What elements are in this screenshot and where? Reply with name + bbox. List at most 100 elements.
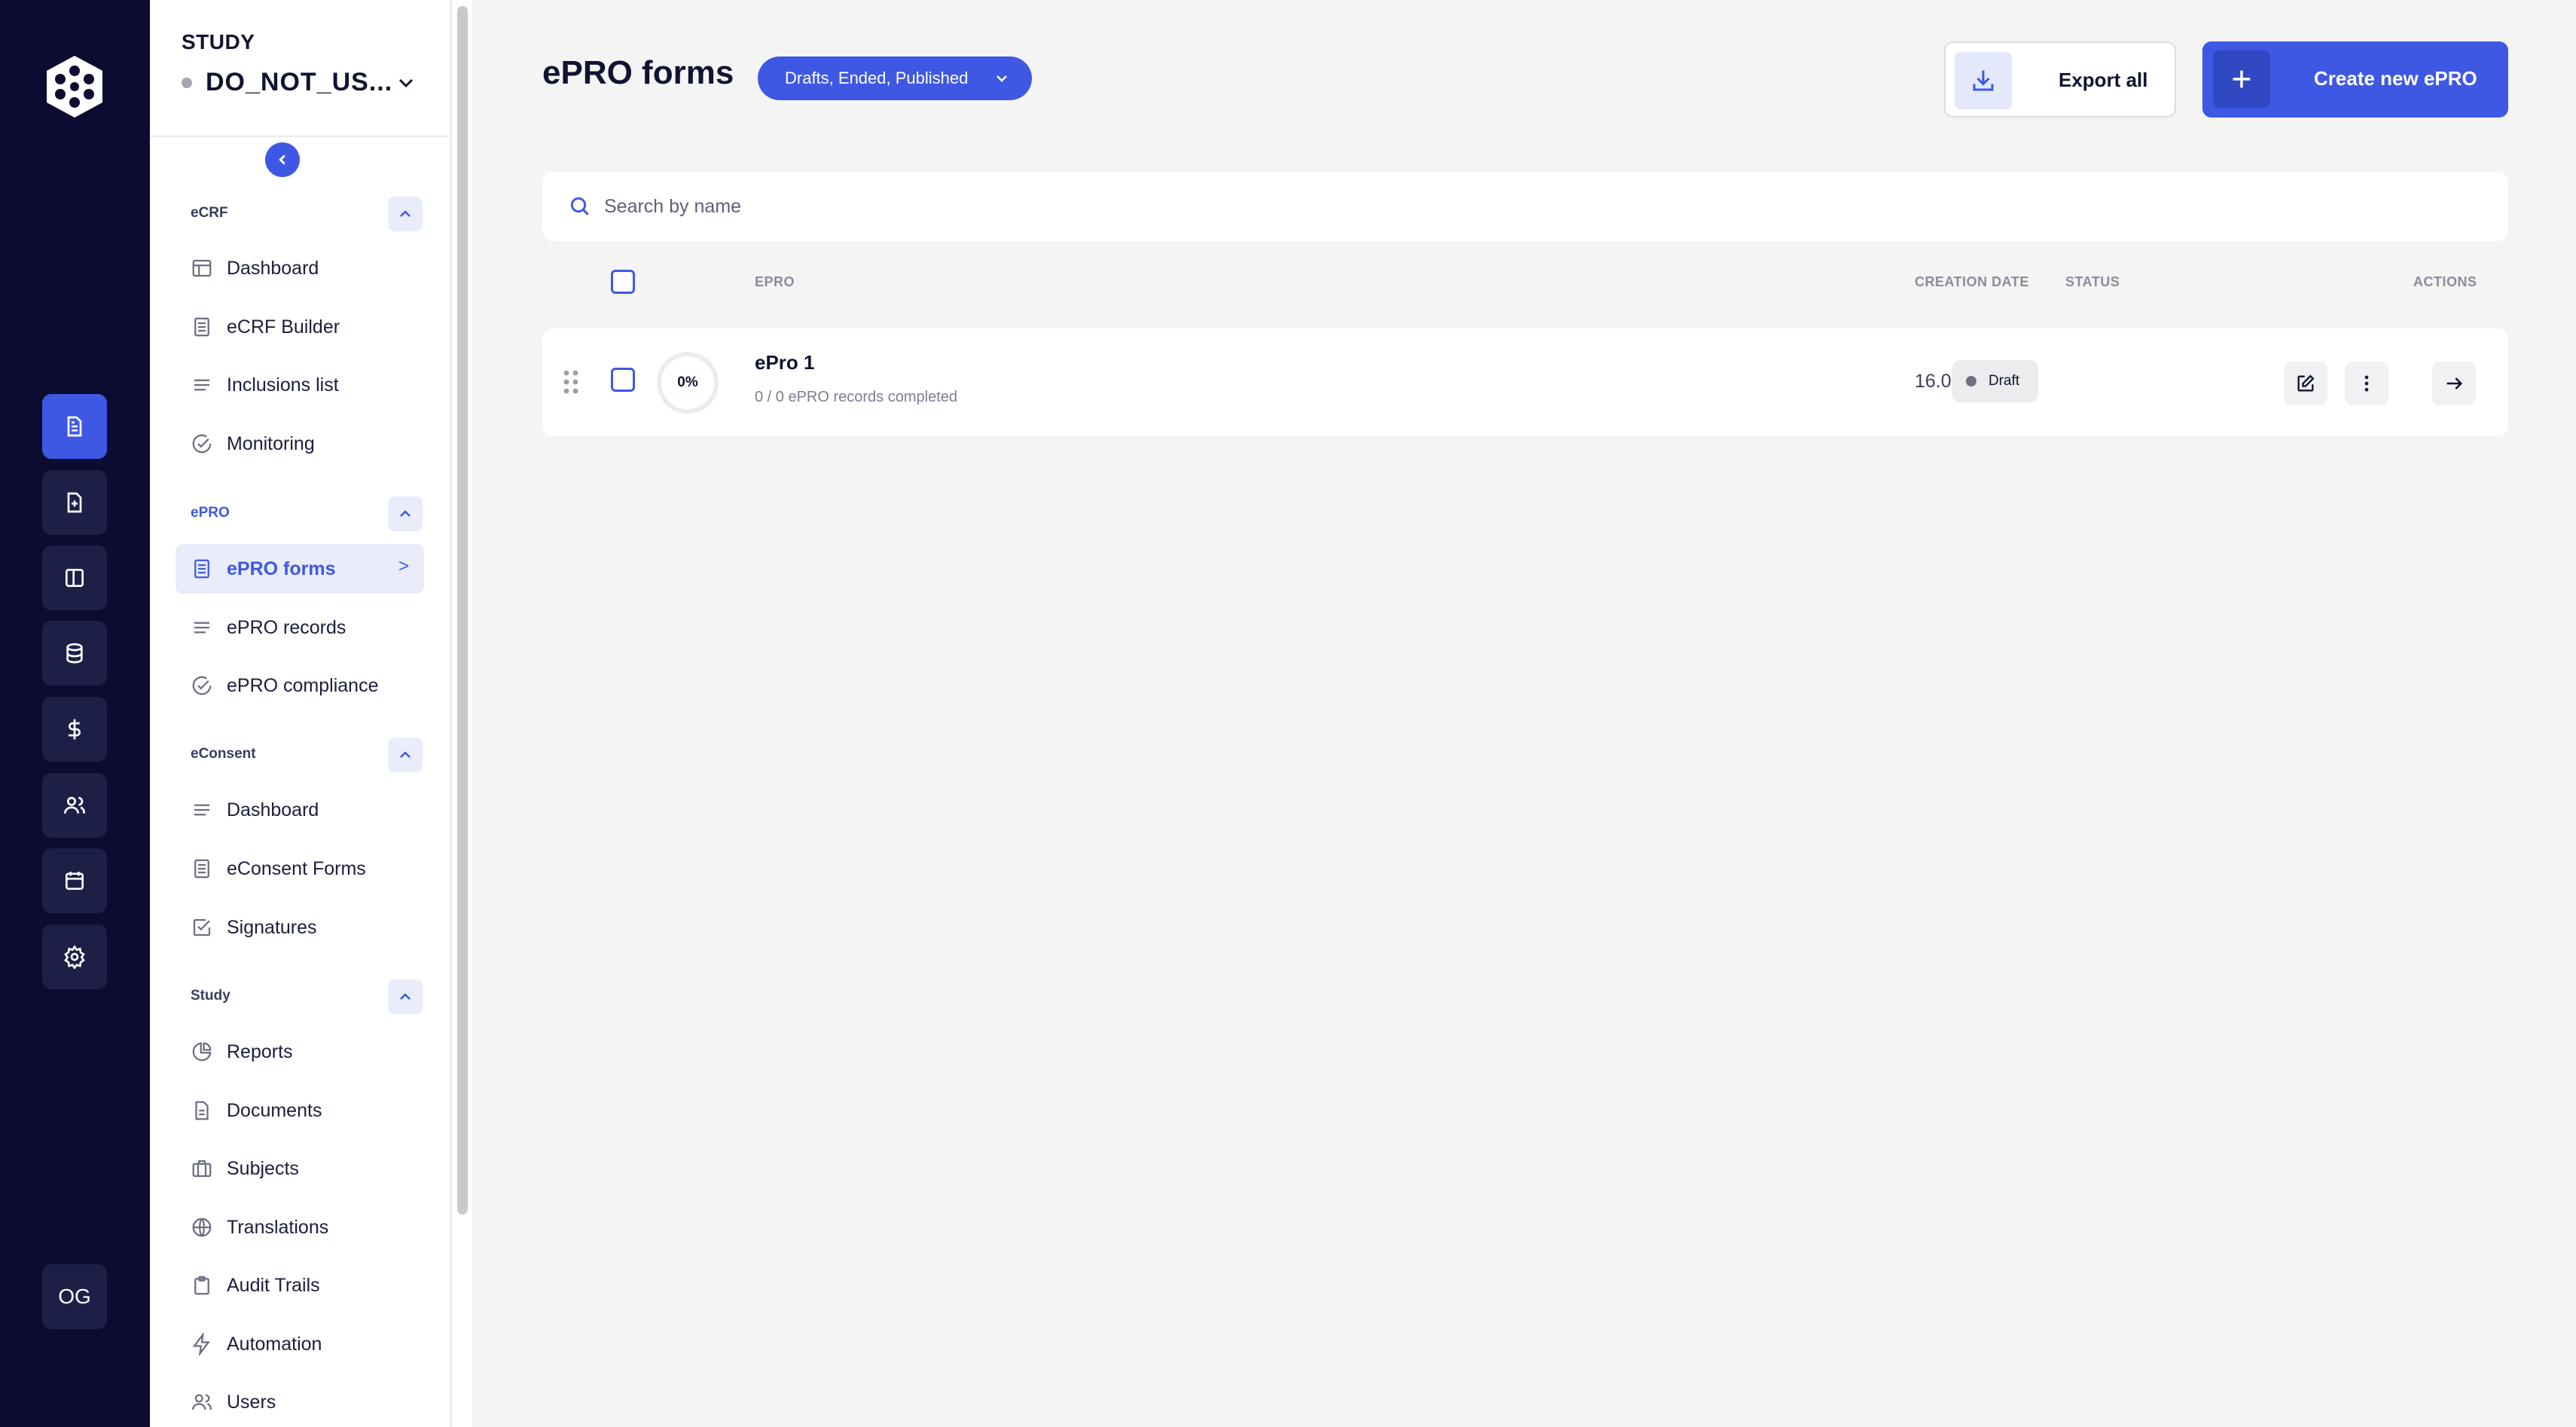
column-header-epro[interactable]: EPRO [755, 274, 795, 290]
section-toggle-econsent[interactable] [388, 738, 423, 772]
chevron-down-icon[interactable] [394, 71, 418, 95]
columns-icon [66, 569, 84, 587]
rail-file-plus-button[interactable] [42, 470, 107, 535]
rail-columns-button[interactable] [42, 545, 107, 610]
study-status-dot [182, 77, 192, 88]
epro-name[interactable]: ePro 1 [755, 351, 815, 374]
sidebar-item-signatures[interactable]: Signatures [175, 903, 424, 952]
sidebar-item-automation[interactable]: Automation [175, 1319, 424, 1369]
section-title-epro: ePRO [191, 505, 230, 521]
export-all-button[interactable]: Export all [1944, 41, 2176, 118]
search-input[interactable] [604, 188, 2412, 225]
create-icon-box [2213, 50, 2270, 108]
sidebar-item-epro-compliance[interactable]: ePRO compliance [175, 661, 424, 710]
rail-database-button[interactable] [42, 621, 107, 686]
calendar-icon [66, 872, 84, 890]
section-title-study: Study [191, 988, 230, 1004]
progress-percent: 0% [677, 374, 698, 390]
sidebar-item-label: Dashboard [227, 799, 319, 820]
sidebar-item-label: Audit Trails [227, 1274, 320, 1296]
sidebar-item-documents[interactable]: Documents [175, 1086, 424, 1135]
lines-icon [194, 804, 209, 816]
form-icon [194, 859, 209, 879]
sidebar-item-ecrf-dashboard[interactable]: Dashboard [175, 243, 424, 293]
rail-dollar-button[interactable] [42, 697, 107, 762]
more-options-button[interactable] [2345, 362, 2388, 405]
sidebar-item-label: Inclusions list [227, 374, 339, 396]
sidebar-item-epro-forms[interactable]: ePRO forms > [175, 544, 424, 594]
sidebar-scrollbar[interactable] [457, 6, 468, 1215]
column-header-actions: ACTIONS [2413, 274, 2477, 289]
more-vertical-icon [2364, 375, 2369, 392]
sidebar-item-inclusions-list[interactable]: Inclusions list [175, 360, 424, 410]
check-circle-icon [192, 434, 212, 454]
sidebar-item-label: ePRO compliance [227, 674, 379, 696]
sidebar-item-label: Monitoring [227, 432, 315, 454]
hexagon-logo-icon[interactable] [42, 54, 107, 119]
check-square-icon [193, 918, 211, 937]
sidebar-item-audit-trails[interactable]: Audit Trails [175, 1260, 424, 1310]
status-badge: Draft [1952, 360, 2038, 402]
rail-settings-button[interactable] [42, 924, 107, 989]
sidebar-item-label: Dashboard [227, 257, 319, 279]
pie-icon [192, 1042, 212, 1062]
export-all-label: Export all [2059, 69, 2148, 91]
rail-calendar-button[interactable] [42, 848, 107, 913]
briefcase-icon [192, 1160, 212, 1178]
row-checkbox[interactable] [611, 368, 635, 392]
arrow-right-icon [2446, 377, 2463, 390]
column-header-status[interactable]: STATUS [2065, 274, 2120, 290]
sidebar-item-label: eCRF Builder [227, 316, 340, 338]
open-epro-button[interactable] [2432, 362, 2476, 405]
sidebar-item-label: Documents [227, 1099, 322, 1121]
chevron-up-icon [400, 751, 411, 758]
sidebar-item-label: Translations [227, 1216, 329, 1238]
sidebar-item-ecrf-builder[interactable]: eCRF Builder [175, 302, 424, 352]
study-label: STUDY [182, 30, 255, 53]
sidebar-item-translations[interactable]: Translations [175, 1202, 424, 1252]
sidebar-item-monitoring[interactable]: Monitoring [175, 419, 424, 469]
edit-button[interactable] [2284, 362, 2327, 405]
sidebar-item-subjects[interactable]: Subjects [175, 1144, 424, 1193]
rail-users-button[interactable] [42, 773, 107, 838]
section-toggle-epro[interactable] [388, 497, 423, 531]
database-icon [66, 643, 83, 664]
chevron-right-icon: > [398, 556, 409, 576]
sidebar-item-econsent-forms[interactable]: eConsent Forms [175, 844, 424, 894]
gear-icon [64, 945, 85, 969]
sidebar-item-reports[interactable]: Reports [175, 1027, 424, 1077]
clipboard-icon [194, 1276, 209, 1295]
study-selector[interactable]: DO_NOT_US... [182, 68, 392, 97]
sidebar-nav: STUDY DO_NOT_US... eCRF Dashboard eCRF B… [150, 0, 472, 1427]
status-filter-dropdown[interactable]: Drafts, Ended, Published [758, 57, 1032, 100]
drag-handle-icon[interactable] [562, 368, 580, 396]
users-icon [64, 796, 85, 814]
create-new-epro-button[interactable]: Create new ePRO [2202, 41, 2508, 118]
section-toggle-study[interactable] [388, 979, 423, 1014]
section-toggle-ecrf[interactable] [388, 197, 423, 231]
icon-rail: OG [0, 0, 150, 1427]
file-icon [195, 1101, 209, 1120]
section-title-econsent: eConsent [191, 746, 256, 762]
plus-icon [2233, 70, 2251, 88]
chevron-up-icon [400, 993, 411, 1000]
globe-icon [192, 1218, 212, 1237]
chevron-up-icon [400, 210, 411, 217]
table-row[interactable]: 0% ePro 1 0 / 0 ePRO records completed 1… [542, 328, 2508, 436]
sidebar-item-econsent-dashboard[interactable]: Dashboard [175, 785, 424, 835]
user-avatar[interactable]: OG [42, 1264, 107, 1329]
rail-document-button[interactable] [42, 394, 107, 459]
sidebar-item-users[interactable]: Users [175, 1377, 424, 1427]
sidebar-item-label: ePRO records [227, 616, 346, 638]
export-icon-box [1955, 52, 2012, 109]
collapse-sidebar-button[interactable] [265, 142, 300, 177]
sidebar-item-epro-records[interactable]: ePRO records [175, 603, 424, 652]
column-header-creation-date[interactable]: CREATION DATE [1915, 274, 2029, 290]
select-all-checkbox[interactable] [611, 270, 635, 294]
sidebar-item-label: Subjects [227, 1157, 299, 1179]
epro-records-count: 0 / 0 ePRO records completed [755, 389, 958, 405]
chevron-left-icon [279, 154, 285, 165]
divider [150, 136, 451, 137]
users-icon [192, 1394, 212, 1410]
chevron-down-icon [997, 75, 1007, 82]
